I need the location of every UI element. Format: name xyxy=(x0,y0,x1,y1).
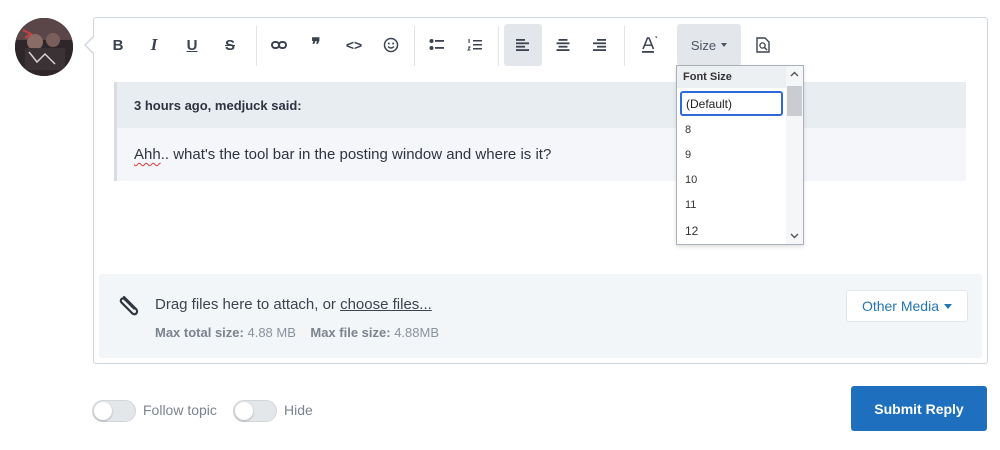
attach-drag-text: Drag files here to attach, or xyxy=(155,296,341,313)
other-media-label: Other Media xyxy=(861,298,939,314)
align-center-button[interactable] xyxy=(550,24,576,66)
follow-topic-toggle[interactable] xyxy=(92,400,136,422)
max-total-value: 4.88 MB xyxy=(247,325,296,340)
text-color-button[interactable] xyxy=(634,24,664,66)
numbered-list-icon xyxy=(467,39,482,51)
toolbar-separator xyxy=(414,26,415,66)
align-left-button[interactable] xyxy=(504,24,542,66)
toolbar-separator xyxy=(498,26,499,66)
misspelled-word[interactable]: Ahh xyxy=(134,146,161,163)
underline-button[interactable]: U xyxy=(180,24,204,66)
quote-text: Ahh.. what's the tool bar in the posting… xyxy=(117,128,966,163)
toolbar-separator xyxy=(256,26,257,66)
scroll-up-icon[interactable] xyxy=(789,69,800,80)
font-size-option[interactable]: 12 xyxy=(677,216,803,241)
reply-editor[interactable]: B I U S ❞ <> Size 3 hours ago, medjuck s… xyxy=(93,17,988,364)
avatar-image xyxy=(15,18,73,76)
font-size-option[interactable]: 10 xyxy=(677,166,803,191)
hide-toggle[interactable] xyxy=(233,400,277,422)
quoted-post: 3 hours ago, medjuck said: Ahh.. what's … xyxy=(114,82,966,181)
link-button[interactable] xyxy=(266,24,292,66)
font-size-option[interactable]: 9 xyxy=(677,141,803,166)
quote-icon: ❞ xyxy=(311,35,321,54)
strikethrough-button[interactable]: S xyxy=(218,24,242,66)
italic-button[interactable]: I xyxy=(142,24,166,66)
submit-reply-button[interactable]: Submit Reply xyxy=(851,386,987,431)
link-icon xyxy=(271,41,287,49)
scrollbar-thumb[interactable] xyxy=(787,86,802,116)
max-file-label: Max file size: xyxy=(310,325,391,340)
font-size-label: Size xyxy=(690,37,717,53)
hide-label: Hide xyxy=(284,402,313,418)
caret-down-icon xyxy=(944,303,952,309)
align-right-button[interactable] xyxy=(586,24,612,66)
numbered-list-button[interactable] xyxy=(462,24,488,66)
attach-instructions: Drag files here to attach, or choose fil… xyxy=(155,296,432,313)
max-total-label: Max total size: xyxy=(155,325,244,340)
bullet-list-button[interactable] xyxy=(424,24,450,66)
quote-text-rest: .. what's the tool bar in the posting wi… xyxy=(160,146,552,163)
attachment-area[interactable]: Drag files here to attach, or choose fil… xyxy=(99,274,982,358)
font-size-dropdown[interactable]: Font Size (Default) 8 9 10 11 12 xyxy=(676,65,804,245)
emoji-button[interactable] xyxy=(378,24,404,66)
preview-button[interactable] xyxy=(750,24,776,66)
chevron-down-icon xyxy=(721,43,728,47)
align-left-icon xyxy=(516,39,529,51)
preview-icon xyxy=(756,37,770,53)
code-icon: <> xyxy=(345,37,363,53)
code-button[interactable]: <> xyxy=(342,24,366,66)
bullet-list-icon xyxy=(429,39,444,50)
text-color-icon xyxy=(642,36,658,53)
smiley-icon xyxy=(383,37,399,53)
toolbar-separator xyxy=(624,26,625,66)
attach-limits: Max total size: 4.88 MB Max file size: 4… xyxy=(155,325,439,340)
quote-button[interactable]: ❞ xyxy=(304,24,328,66)
dropdown-header: Font Size xyxy=(677,66,803,88)
avatar[interactable] xyxy=(15,18,73,76)
choose-files-link[interactable]: choose files... xyxy=(340,296,432,313)
bold-button[interactable]: B xyxy=(106,24,130,66)
font-size-option[interactable]: 8 xyxy=(677,116,803,141)
font-size-option[interactable]: 11 xyxy=(677,191,803,216)
align-center-icon xyxy=(556,39,570,51)
other-media-button[interactable]: Other Media xyxy=(845,290,968,322)
align-right-icon xyxy=(593,39,606,51)
toggle-knob xyxy=(94,402,112,420)
max-file-value: 4.88MB xyxy=(394,325,439,340)
toggle-knob xyxy=(235,402,253,420)
editor-toolbar: B I U S ❞ <> Size xyxy=(94,18,987,74)
editor-pointer-fill xyxy=(86,36,95,54)
scroll-down-icon[interactable] xyxy=(789,230,800,241)
font-size-option-default[interactable]: (Default) xyxy=(680,91,783,116)
quote-header: 3 hours ago, medjuck said: xyxy=(117,82,966,128)
follow-topic-label: Follow topic xyxy=(143,402,217,418)
font-size-button[interactable]: Size xyxy=(677,24,741,66)
dropdown-scrollbar[interactable] xyxy=(786,66,803,244)
paperclip-icon xyxy=(119,295,139,316)
